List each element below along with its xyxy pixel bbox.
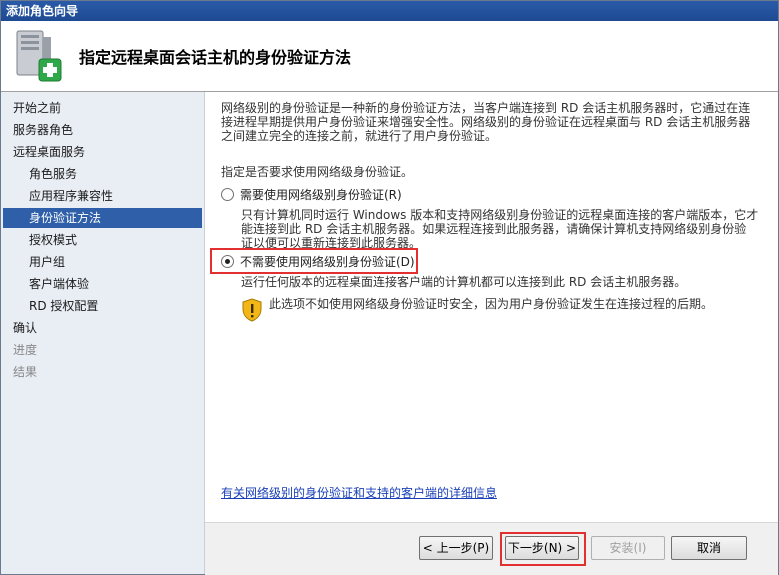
- sidebar-item-results: 结果: [13, 365, 38, 379]
- sidebar-item-application-compatibility[interactable]: 应用程序兼容性: [29, 186, 193, 206]
- add-roles-wizard-window: 添加角色向导 指定远程桌面会话主机的身份验证方法 开始之前 服务器角色 远程桌面…: [0, 0, 779, 575]
- sidebar-item-rd-licensing-config[interactable]: RD 授权配置: [29, 296, 193, 316]
- window-title: 添加角色向导: [6, 4, 79, 18]
- radio-do-not-require-nla[interactable]: 不需要使用网络级别身份验证(D): [221, 253, 415, 271]
- radio-button-unchecked[interactable]: [221, 188, 234, 201]
- install-button: 安装(I): [591, 536, 665, 560]
- server-add-icon: [16, 30, 62, 82]
- shield-warning-icon: [242, 298, 262, 322]
- description-line: 接进程早期提供用户身份验证来增强安全性。网络级别的身份验证在远程桌面与 RD 会…: [221, 115, 751, 129]
- require-nla-desc-line: 能连接到此 RD 会话主机服务器。如果远程连接到此服务器，请确保计算机支持网络级…: [241, 222, 747, 236]
- sidebar-item-role-services[interactable]: 角色服务: [29, 164, 193, 184]
- sidebar-item-client-experience[interactable]: 客户端体验: [29, 274, 193, 294]
- radio-button-checked[interactable]: [221, 255, 234, 268]
- radio-require-nla-label: 需要使用网络级别身份验证(R): [240, 188, 402, 202]
- do-not-require-nla-description: 运行任何版本的远程桌面连接客户端的计算机都可以连接到此 RD 会话主机服务器。: [241, 275, 687, 289]
- wizard-header: 指定远程桌面会话主机的身份验证方法: [1, 21, 778, 92]
- wizard-footer: < 上一步(P) 下一步(N) > 安装(I) 取消: [205, 522, 778, 575]
- sidebar-item-confirmation[interactable]: 确认: [13, 318, 193, 338]
- window-titlebar[interactable]: 添加角色向导: [1, 1, 778, 21]
- nla-help-link[interactable]: 有关网络级别的身份验证和支持的客户端的详细信息: [221, 484, 497, 501]
- next-button[interactable]: 下一步(N) >: [505, 536, 579, 560]
- require-nla-desc-line: 只有计算机同时运行 Windows 版本和支持网络级别身份验证的远程桌面连接的客…: [241, 208, 759, 222]
- radio-do-not-require-nla-label: 不需要使用网络级别身份验证(D): [240, 255, 415, 269]
- sidebar-item-authentication-method[interactable]: 身份验证方法: [3, 208, 202, 228]
- sidebar-item-user-groups[interactable]: 用户组: [29, 252, 193, 272]
- require-nla-description: 只有计算机同时运行 Windows 版本和支持网络级别身份验证的远程桌面连接的客…: [241, 208, 771, 250]
- sidebar-item-server-roles[interactable]: 服务器角色: [13, 120, 193, 140]
- back-button[interactable]: < 上一步(P): [419, 536, 493, 560]
- warning-text: 此选项不如使用网络级身份验证时安全，因为用户身份验证发生在连接过程的后期。: [269, 297, 714, 311]
- cancel-button[interactable]: 取消: [671, 536, 747, 560]
- sidebar-item-remote-desktop-services[interactable]: 远程桌面服务: [13, 142, 193, 162]
- sidebar-item-progress: 进度: [13, 343, 38, 357]
- description-line: 之间建立完全的连接之前，就进行了用户身份验证。: [221, 129, 498, 143]
- nla-description: 网络级别的身份验证是一种新的身份验证方法，当客户端连接到 RD 会话主机服务器时…: [221, 101, 769, 143]
- sidebar-item-licensing-mode[interactable]: 授权模式: [29, 230, 193, 250]
- wizard-content: 网络级别的身份验证是一种新的身份验证方法，当客户端连接到 RD 会话主机服务器时…: [205, 92, 778, 522]
- page-title: 指定远程桌面会话主机的身份验证方法: [79, 48, 352, 67]
- wizard-steps-sidebar: 开始之前 服务器角色 远程桌面服务 角色服务 应用程序兼容性 身份验证方法 授权…: [1, 92, 205, 574]
- radio-require-nla[interactable]: 需要使用网络级别身份验证(R): [221, 186, 402, 204]
- nla-prompt: 指定是否要求使用网络级身份验证。: [221, 165, 414, 179]
- description-line: 网络级别的身份验证是一种新的身份验证方法，当客户端连接到 RD 会话主机服务器时…: [221, 101, 751, 115]
- sidebar-item-before-you-begin[interactable]: 开始之前: [13, 98, 193, 118]
